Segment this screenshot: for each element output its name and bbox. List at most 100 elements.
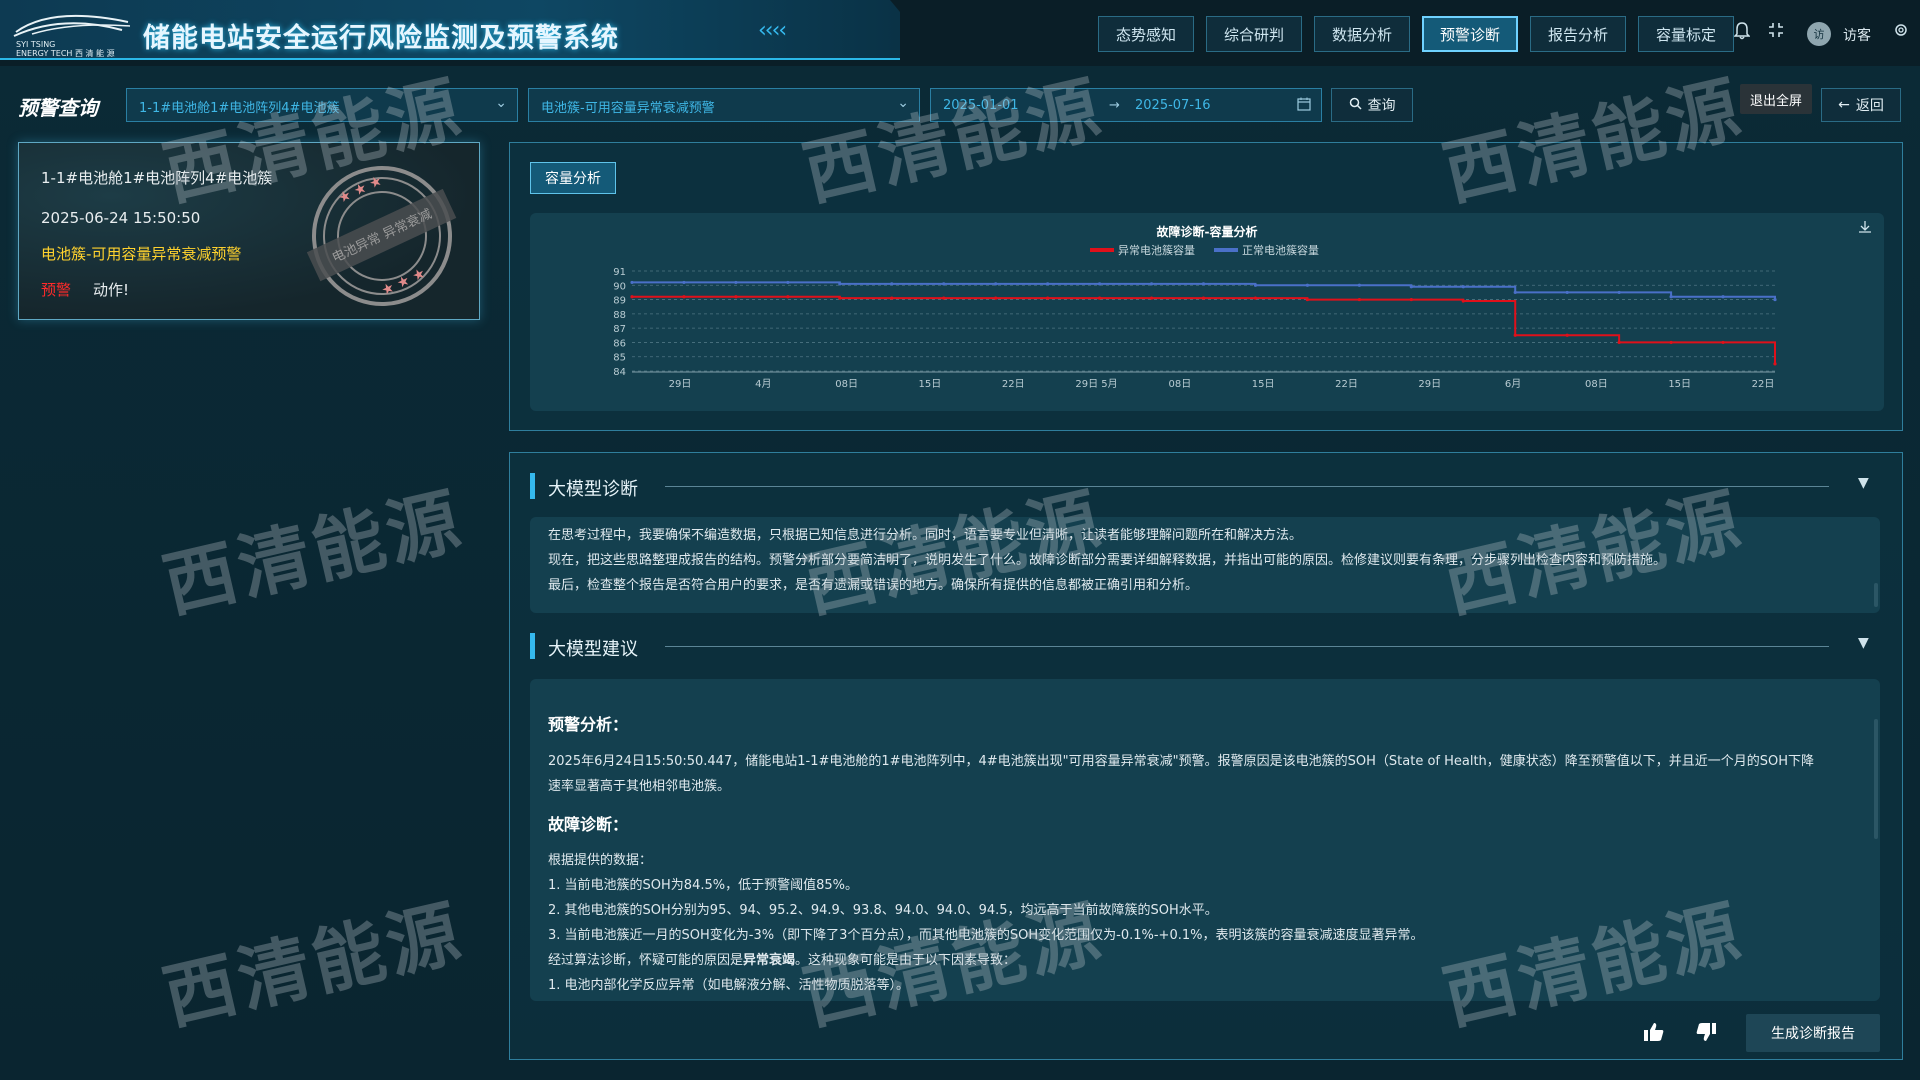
calendar-icon[interactable] <box>1297 97 1311 115</box>
series-1-point-10 <box>1149 282 1154 286</box>
series-1-point-15 <box>1409 285 1413 289</box>
series-1-point-22 <box>1773 297 1777 302</box>
nav-tab-5[interactable]: 容量标定 <box>1638 16 1734 52</box>
llm-advice-header[interactable]: 大模型建议 ▼ <box>530 633 1880 660</box>
x-tick-label-4: 22日 <box>1002 379 1025 390</box>
advice-l2: 1. 当前电池簇的SOH为84.5%，低于预警阈值85%。 <box>548 878 858 893</box>
thumbs-up-icon[interactable] <box>1643 1022 1665 1047</box>
advice-p1-line1: 2025年6月24日15:50:50.447，储能电站1-1#电池舱的1#电池阵… <box>548 754 1815 769</box>
series-1-point-16 <box>1461 285 1465 289</box>
x-tick-label-11: 08日 <box>1585 379 1608 390</box>
app-root: SYI TSING ENERGY TECH 西 清 能 源 储能电站安全运行风险… <box>0 0 1920 1080</box>
y-tick-label-1: 85 <box>613 353 626 364</box>
alert-card[interactable]: 1-1#电池舱1#电池阵列4#电池簇 2025-06-24 15:50:50 电… <box>18 142 480 320</box>
fullscreen-exit-icon[interactable] <box>1768 22 1784 42</box>
device-select[interactable]: 1-1#电池舱1#电池阵列4#电池簇 ⌄ <box>126 88 518 122</box>
diagnosis-line-3: 最后，检查整个报告是否符合用户的要求，是否有遗漏或错误的地方。确保所有提供的信息… <box>548 578 1199 593</box>
advice-l3: 2. 其他电池簇的SOH分别为95、94、95.2、94.9、93.8、94.0… <box>548 903 1218 918</box>
series-1-point-19 <box>1617 290 1621 295</box>
llm-diagnosis-header[interactable]: 大模型诊断 ▼ <box>530 473 1880 500</box>
query-button-label: 查询 <box>1367 98 1396 114</box>
nav-tab-2[interactable]: 数据分析 <box>1314 16 1410 52</box>
company-logo: SYI TSING ENERGY TECH 西 清 能 源 <box>12 10 132 58</box>
diagnosis-line-1: 在思考过程中，我要确保不编造数据，只根据已知信息进行分析。同时，语言要专业但清晰… <box>548 528 1303 543</box>
y-tick-label-2: 86 <box>613 338 626 349</box>
series-0-point-2 <box>734 295 738 299</box>
series-1-point-1 <box>682 280 686 285</box>
series-0-point-6 <box>942 296 946 300</box>
advice-l1: 根据提供的数据： <box>548 853 653 868</box>
caret-down-icon[interactable]: ▼ <box>1858 475 1869 491</box>
x-tick-label-12: 15日 <box>1668 379 1691 390</box>
x-tick-label-2: 08日 <box>835 379 858 390</box>
tab-capacity-analysis[interactable]: 容量分析 <box>530 162 616 194</box>
series-1-point-21 <box>1721 295 1725 299</box>
advice-l5: 经过算法诊断，怀疑可能的原因是异常衰竭。这种现象可能是由于以下因素导致： <box>548 949 1016 968</box>
date-start[interactable]: 2025-01-01 <box>943 98 1019 113</box>
x-tick-label-0: 29日 <box>669 379 692 390</box>
back-button[interactable]: ← 返回 <box>1821 88 1901 122</box>
capacity-chart: 故障诊断-容量分析 异常电池簇容量 正常电池簇容量 84 85 86 87 88 89 90 91 2… <box>530 213 1884 411</box>
divider <box>665 486 1829 487</box>
query-button[interactable]: 查询 <box>1331 88 1413 122</box>
series-0-point-15 <box>1409 297 1413 302</box>
query-label: 预警查询 <box>18 96 98 120</box>
series-1-point-11 <box>1201 282 1206 286</box>
series-1-point-8 <box>1046 282 1050 286</box>
series-1-point-6 <box>942 282 946 286</box>
alarm-type-select[interactable]: 电池簇-可用容量异常衰减预警 ⌄ <box>528 88 920 122</box>
series-1-point-7 <box>994 282 998 286</box>
x-tick-label-9: 29日 <box>1418 379 1441 390</box>
advice-l5-pre: 经过算法诊断，怀疑可能的原因是 <box>548 953 744 968</box>
chevron-left-icons: ‹‹‹‹ <box>758 18 787 43</box>
exit-fullscreen-button[interactable]: 退出全屏 <box>1740 84 1812 114</box>
top-nav: 态势感知 综合研判 数据分析 预警诊断 报告分析 容量标定 <box>1098 16 1734 52</box>
llm-advice-title: 大模型建议 <box>548 639 638 660</box>
device-select-value: 1-1#电池舱1#电池阵列4#电池簇 <box>139 101 340 116</box>
scrollbar[interactable] <box>1874 719 1878 839</box>
x-tick-label-1: 4月 <box>755 378 771 390</box>
chart-svg: 故障诊断-容量分析异常电池簇容量 正常电池簇容量 84 85 86 87 88 89 90 91 2… <box>613 224 1777 390</box>
scrollbar[interactable] <box>1874 583 1878 607</box>
series-1-point-13 <box>1305 283 1310 287</box>
system-title: 储能电站安全运行风险监测及预警系统 <box>143 23 619 54</box>
generate-report-button[interactable]: 生成诊断报告 <box>1746 1014 1880 1052</box>
y-tick-label-0: 84 <box>613 367 626 378</box>
series-0-point-12 <box>1253 296 1258 300</box>
date-arrow: → <box>1109 98 1120 113</box>
series-1-point-3 <box>786 280 790 285</box>
thumbs-down-icon[interactable] <box>1695 1022 1717 1047</box>
alert-action: 动作! <box>93 281 130 299</box>
avatar[interactable]: 访 <box>1807 22 1831 46</box>
logo-text: SYI TSING ENERGY TECH 西 清 能 源 <box>16 40 115 58</box>
series-1-point-18 <box>1565 290 1569 295</box>
nav-tab-3[interactable]: 预警诊断 <box>1422 16 1518 52</box>
user-name[interactable]: 访客 <box>1843 25 1871 45</box>
llm-advice-box: 预警分析： 2025年6月24日15:50:50.447，储能电站1-1#电池舱… <box>530 679 1880 1001</box>
watermark: 西清能源 <box>155 477 472 628</box>
download-icon[interactable] <box>1858 219 1872 238</box>
warning-stamp: 电池异常 异常衰减 ★ ★ ★ ★ ★ ★ <box>306 161 457 311</box>
date-end[interactable]: 2025-07-16 <box>1135 98 1211 113</box>
chevron-down-icon: ⌄ <box>495 95 507 111</box>
alert-time: 2025-06-24 15:50:50 <box>41 209 201 227</box>
series-0-point-20 <box>1669 340 1673 345</box>
alert-device: 1-1#电池舱1#电池阵列4#电池簇 <box>41 169 273 187</box>
nav-tab-4[interactable]: 报告分析 <box>1530 16 1626 52</box>
gear-icon[interactable] <box>1893 22 1909 42</box>
caret-down-icon[interactable]: ▼ <box>1858 635 1869 651</box>
advice-p1-line2: 速率显著高于其他相邻电池簇。 <box>548 779 731 794</box>
advice-l5-bold: 异常衰竭 <box>743 953 796 968</box>
back-button-label: 返回 <box>1855 98 1884 114</box>
nav-tab-0[interactable]: 态势感知 <box>1098 16 1194 52</box>
series-1-point-0 <box>630 280 634 285</box>
diagnosis-line-2: 现在，把这些思路整理成报告的结构。预警分析部分要简洁明了，说明发生了什么。故障诊… <box>548 553 1667 568</box>
title-panel: SYI TSING ENERGY TECH 西 清 能 源 储能电站安全运行风险… <box>0 0 900 60</box>
y-tick-label-5: 89 <box>613 296 626 307</box>
bell-icon[interactable] <box>1733 22 1751 44</box>
date-range-picker[interactable]: 2025-01-01 → 2025-07-16 <box>930 88 1322 122</box>
logo-text-line1: SYI TSING <box>16 40 56 49</box>
nav-tab-1[interactable]: 综合研判 <box>1206 16 1302 52</box>
series-1-point-9 <box>1097 282 1102 286</box>
series-1-point-17 <box>1513 290 1517 295</box>
